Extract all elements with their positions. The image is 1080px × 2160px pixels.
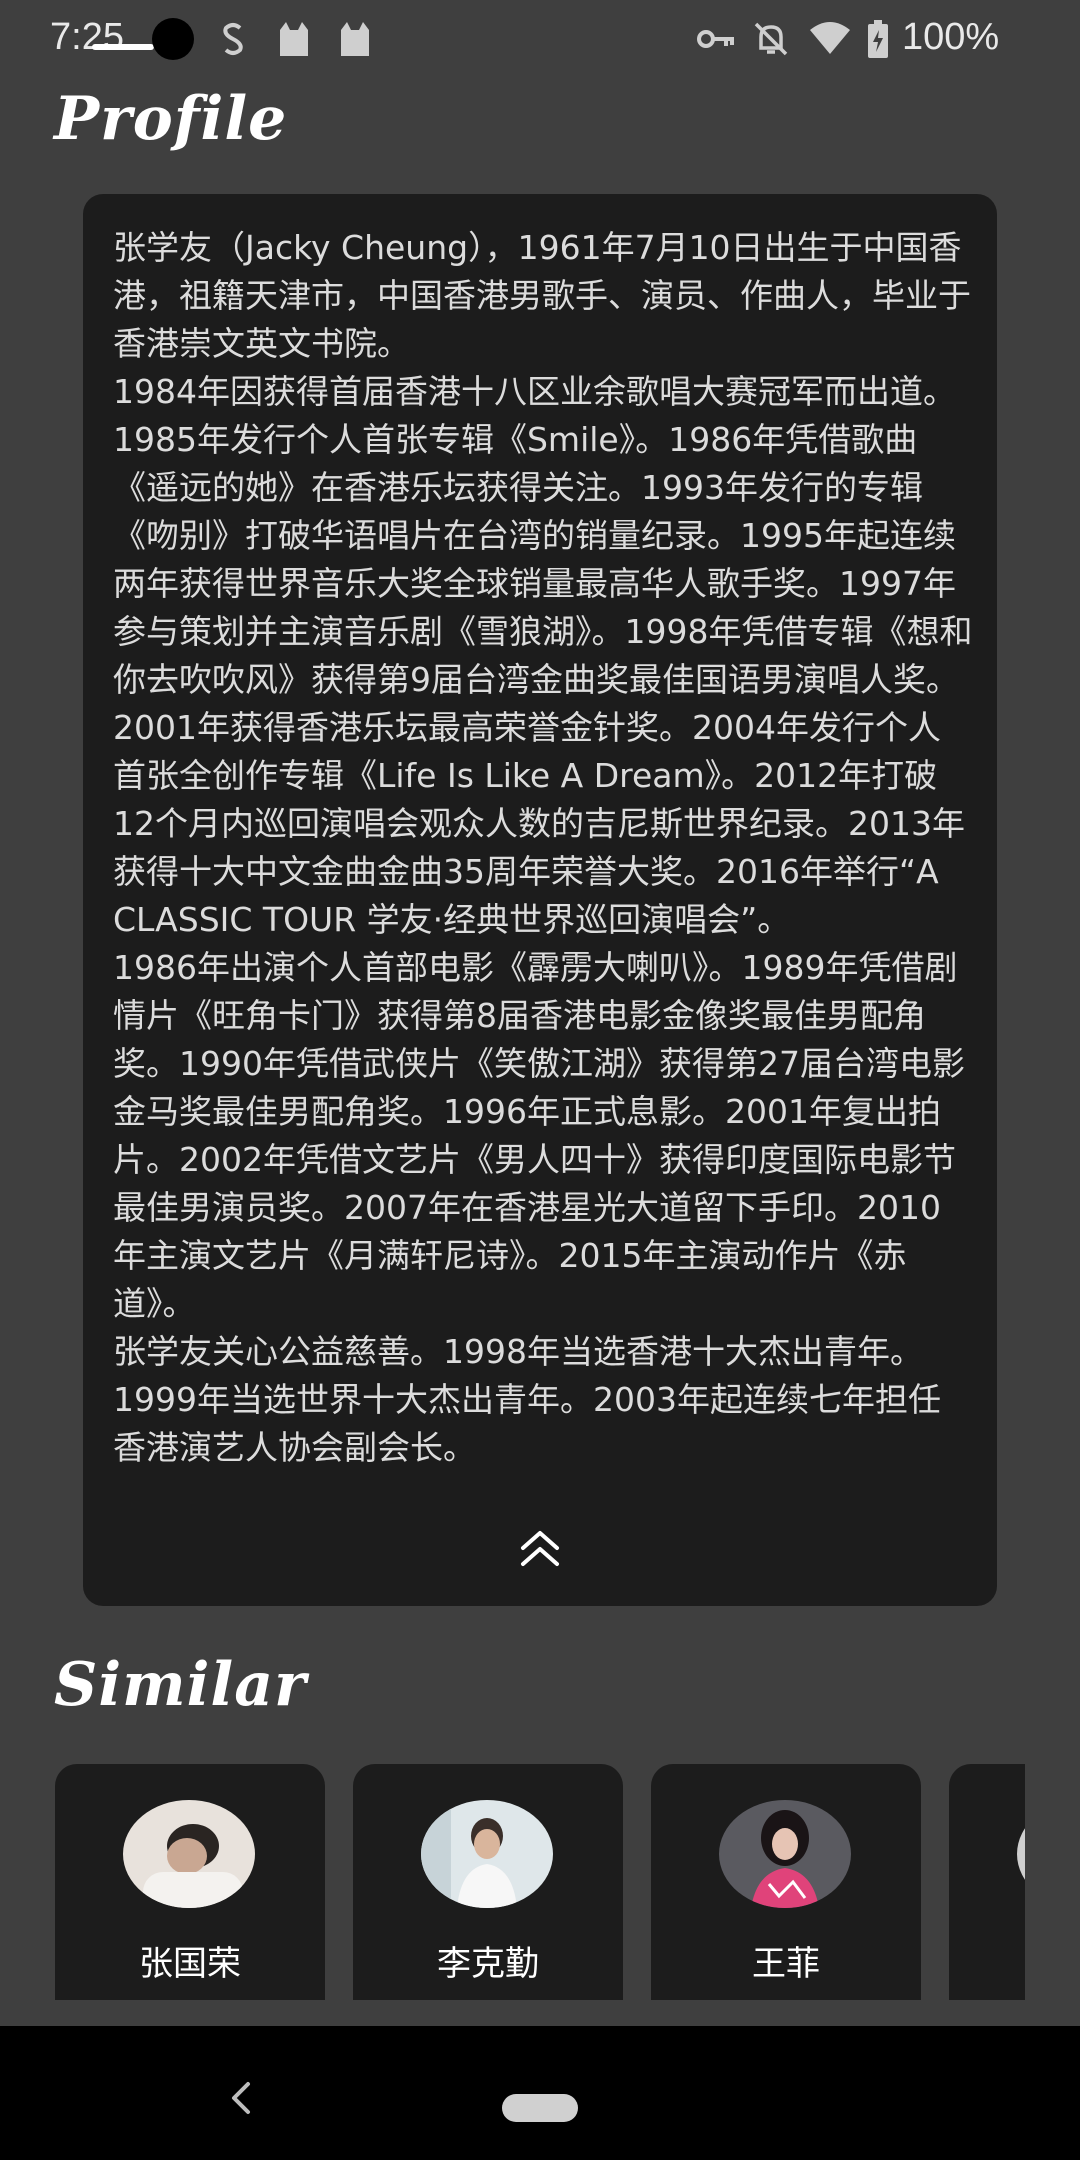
home-pill-icon[interactable] xyxy=(502,2094,578,2122)
artist-name: 李克勤 xyxy=(437,1944,539,1984)
profile-heading: Profile xyxy=(54,84,288,154)
artist-bio: 张学友（Jacky Cheung），1961年7月10日出生于中国香港，祖籍天津… xyxy=(113,228,973,1467)
similar-artist-card[interactable]: 李克勤 xyxy=(353,1764,623,2000)
artist-avatar xyxy=(123,1800,255,1908)
cat-icon xyxy=(280,22,308,56)
cat-icon xyxy=(341,22,369,56)
artist-avatar xyxy=(1017,1800,1025,1908)
artist-name: 王菲 xyxy=(752,1944,820,1984)
artist-avatar xyxy=(421,1800,553,1908)
similar-artist-card[interactable]: 张国荣 xyxy=(55,1764,325,2000)
similar-artist-card[interactable] xyxy=(949,1764,1025,2000)
artist-avatar xyxy=(719,1800,851,1908)
notification-s-icon xyxy=(223,23,243,55)
similar-heading: Similar xyxy=(54,1650,307,1720)
camera-cutout xyxy=(152,18,194,60)
back-chevron-icon[interactable] xyxy=(222,2078,262,2118)
status-bar: 7:25 100% xyxy=(0,0,1080,80)
similar-artist-card[interactable]: 王菲 xyxy=(651,1764,921,2000)
profile-card: 张学友（Jacky Cheung），1961年7月10日出生于中国香港，祖籍天津… xyxy=(83,194,997,1606)
cutout-line xyxy=(92,44,154,50)
navigation-bar xyxy=(0,2026,1080,2160)
artist-name: 张国荣 xyxy=(139,1944,241,1984)
vpn-key-icon xyxy=(697,30,734,48)
bell-off-icon xyxy=(754,22,788,56)
similar-artists-list[interactable]: 张国荣 李克勤 王菲 xyxy=(55,1764,1025,2000)
wifi-icon xyxy=(810,22,850,54)
status-time: 7:25 xyxy=(50,16,124,58)
battery-percent: 100% xyxy=(902,16,1000,58)
double-chevron-up-icon[interactable] xyxy=(515,1524,565,1574)
battery-icon xyxy=(868,20,888,58)
